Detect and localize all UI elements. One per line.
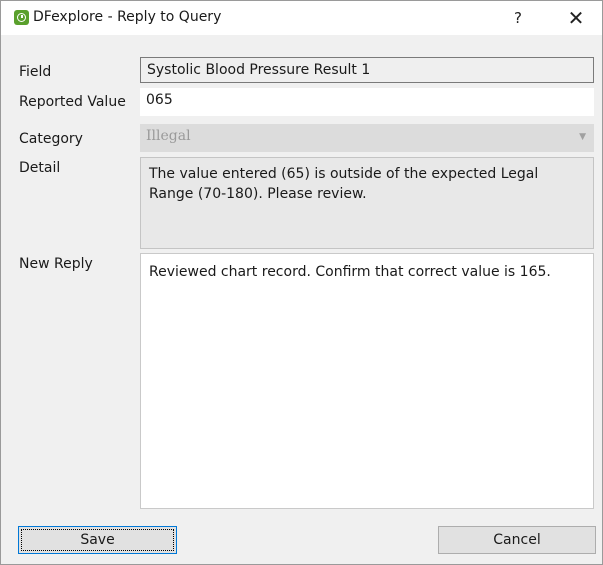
reply-to-query-dialog: DFexplore - Reply to Query ? ✕ Field Sys…: [0, 0, 603, 565]
category-selected-value: Illegal: [146, 128, 191, 144]
new-reply-textarea[interactable]: Reviewed chart record. Confirm that corr…: [140, 253, 594, 509]
detail-label: Detail: [19, 160, 61, 176]
close-button[interactable]: ✕: [561, 5, 591, 31]
new-reply-label: New Reply: [19, 256, 93, 272]
category-label: Category: [19, 131, 83, 147]
cancel-button[interactable]: Cancel: [438, 526, 596, 554]
save-button[interactable]: Save: [18, 526, 177, 554]
field-label: Field: [19, 64, 52, 80]
window-title: DFexplore - Reply to Query: [33, 9, 222, 25]
title-bar: DFexplore - Reply to Query ? ✕: [1, 1, 602, 35]
reported-value-field: 065: [140, 88, 594, 116]
field-name-display: Systolic Blood Pressure Result 1: [140, 57, 594, 83]
reported-value-label: Reported Value: [19, 94, 126, 110]
detail-text: The value entered (65) is outside of the…: [140, 157, 594, 249]
chevron-down-icon: ▼: [579, 132, 586, 142]
category-select: Illegal ▼: [140, 124, 594, 152]
help-button[interactable]: ?: [505, 5, 531, 31]
dfexplore-app-icon: [14, 10, 29, 25]
